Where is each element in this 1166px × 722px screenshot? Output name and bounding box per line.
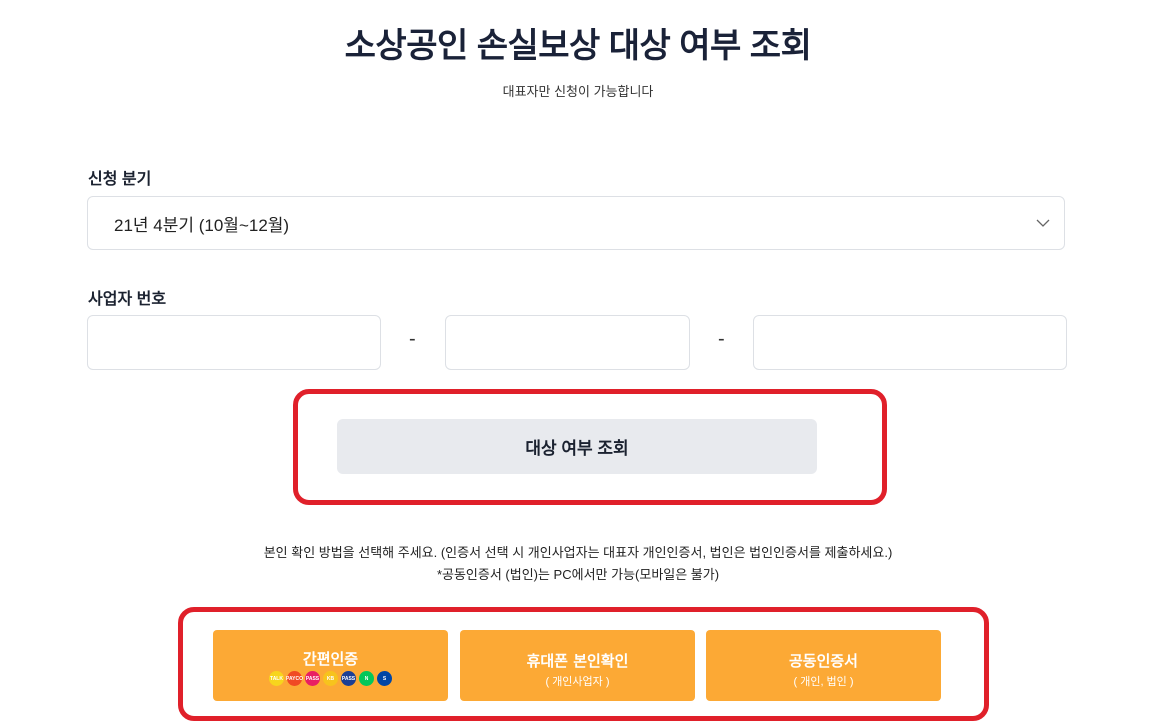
chevron-down-icon — [1036, 219, 1050, 227]
kakao-icon: TALK — [269, 671, 284, 686]
bizno-label: 사업자 번호 — [88, 291, 167, 308]
notice-line-2: *공동인증서 (법인)는 PC에서만 가능(모바일은 불가) — [436, 567, 720, 582]
page-title: 소상공인 손실보상 대상 여부 조회 — [344, 27, 812, 65]
notice-line-1: 본인 확인 방법을 선택해 주세요. (인증서 선택 시 개인사업자는 대표자 … — [263, 545, 893, 560]
samsung-pass-icon: PASS — [341, 671, 356, 686]
shinhan-icon: S — [377, 671, 392, 686]
joint-cert-button[interactable]: 공동인증서 ( 개인, 법인 ) — [706, 630, 941, 701]
phone-auth-sub: ( 개인사업자 ) — [545, 676, 610, 688]
page-subtitle: 대표자만 신청이 가능합니다 — [502, 84, 654, 99]
check-eligibility-button[interactable]: 대상 여부 조회 — [337, 419, 817, 474]
bizno-part1-input[interactable] — [88, 316, 380, 369]
bizno-part1-field[interactable] — [87, 315, 381, 370]
phone-auth-button[interactable]: 휴대폰 본인확인 ( 개인사업자 ) — [460, 630, 695, 701]
kb-icon: KB — [323, 671, 338, 686]
pass-icon: PASS — [305, 671, 320, 686]
simple-auth-label: 간편인증 — [302, 650, 359, 668]
naver-icon: N — [359, 671, 374, 686]
quarter-label: 신청 분기 — [88, 171, 152, 188]
joint-cert-sub: ( 개인, 법인 ) — [793, 676, 854, 688]
joint-cert-label: 공동인증서 — [788, 652, 858, 670]
payco-icon: PAYCO — [286, 671, 303, 686]
bizno-part2-field[interactable] — [445, 315, 690, 370]
bizno-part3-field[interactable] — [753, 315, 1067, 370]
bizno-part3-input[interactable] — [754, 316, 1066, 369]
bizno-dash-1: - — [409, 328, 416, 350]
quarter-select[interactable]: 21년 4분기 (10월~12월) — [87, 196, 1065, 250]
bizno-part2-input[interactable] — [446, 316, 689, 369]
provider-icons: TALK PAYCO PASS KB PASS N S — [213, 671, 448, 686]
phone-auth-label: 휴대폰 본인확인 — [526, 652, 629, 670]
simple-auth-button[interactable]: 간편인증 TALK PAYCO PASS KB PASS N S — [213, 630, 448, 701]
bizno-dash-2: - — [718, 328, 725, 350]
quarter-select-value: 21년 4분기 (10월~12월) — [114, 215, 290, 235]
